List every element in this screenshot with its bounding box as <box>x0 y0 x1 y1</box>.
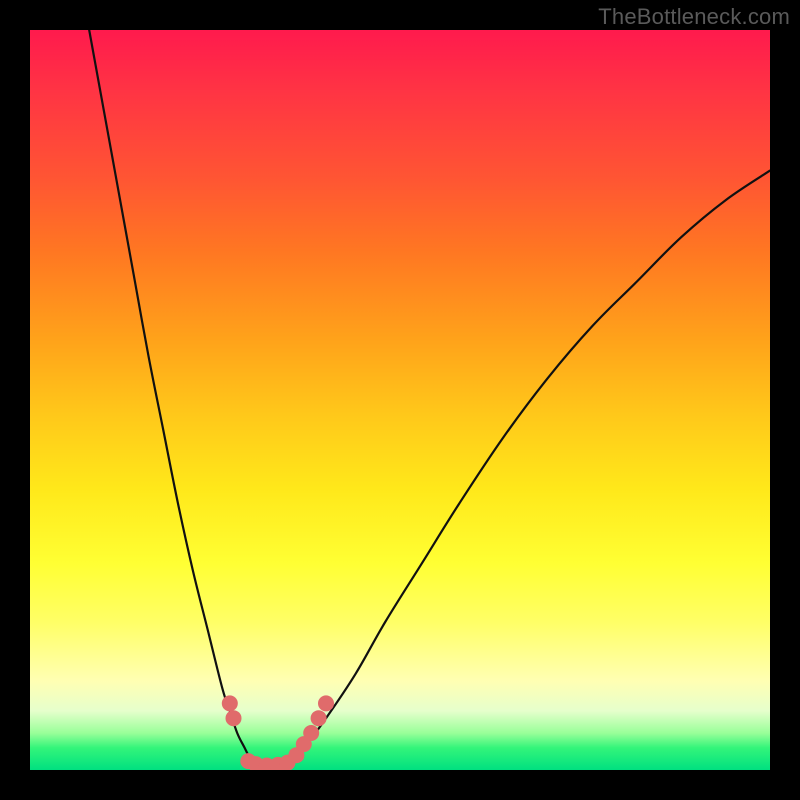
watermark-label: TheBottleneck.com <box>598 4 790 30</box>
bottleneck-curve-left-branch <box>89 30 252 763</box>
plot-area <box>30 30 770 770</box>
curve-layer <box>30 30 770 770</box>
data-marker <box>318 695 334 711</box>
data-marker <box>222 695 238 711</box>
bottleneck-curve-right-branch <box>289 171 770 763</box>
chart-frame: TheBottleneck.com <box>0 0 800 800</box>
data-marker <box>226 710 242 726</box>
data-marker <box>303 725 319 741</box>
data-marker <box>311 710 327 726</box>
